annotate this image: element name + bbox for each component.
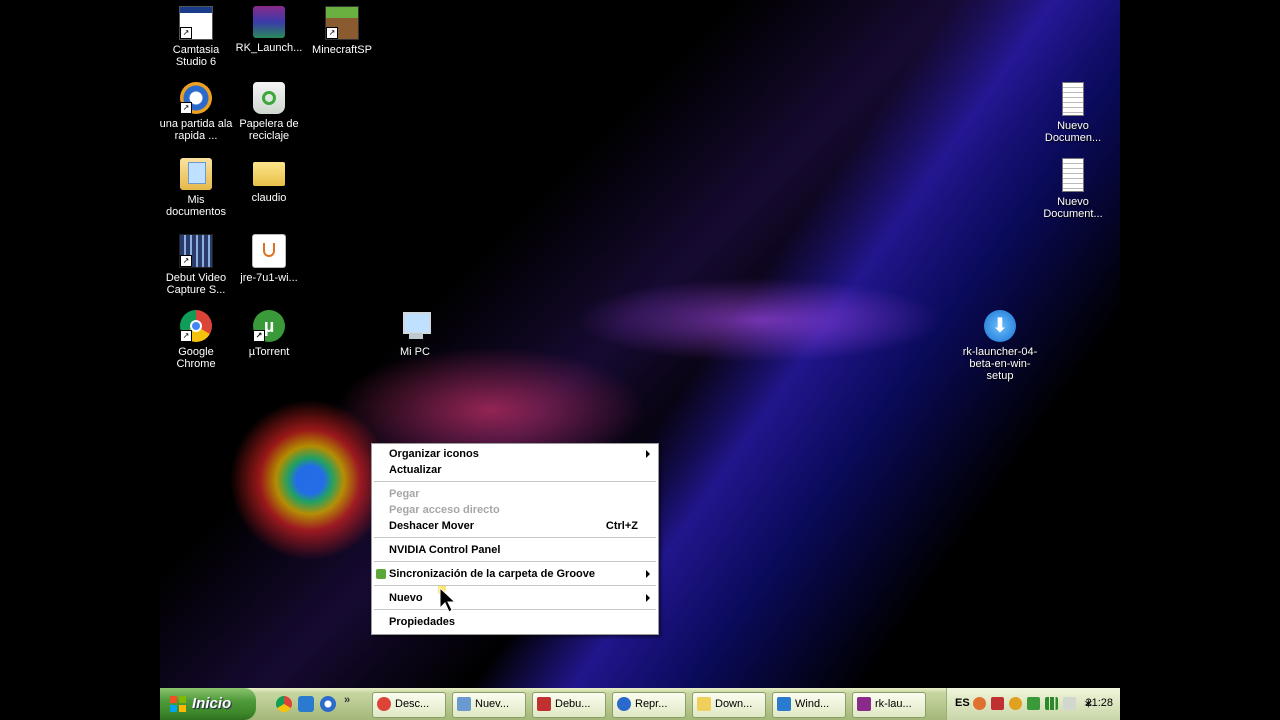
mouse-cursor-icon <box>438 586 457 613</box>
menu-item-deshacer-mover[interactable]: Deshacer Mover Ctrl+Z <box>372 518 658 534</box>
taskbar-button-rk-launcher[interactable]: rk-lau... <box>852 692 926 718</box>
menu-separator <box>374 609 656 610</box>
media-player-icon: ↗ <box>180 82 212 114</box>
menu-separator <box>374 481 656 482</box>
text-document-icon <box>1062 82 1084 116</box>
menu-item-actualizar[interactable]: Actualizar <box>372 462 658 478</box>
tray-utorrent-icon[interactable] <box>1027 697 1040 710</box>
menu-separator <box>374 537 656 538</box>
minecraft-icon: ↗ <box>325 6 359 40</box>
quicklaunch-ie-icon[interactable] <box>298 696 314 712</box>
start-button[interactable]: Inicio <box>160 688 256 720</box>
quicklaunch-chrome-icon[interactable] <box>276 696 292 712</box>
taskbar-button-notepad[interactable]: Nuev... <box>452 692 526 718</box>
language-indicator[interactable]: ES <box>955 697 970 709</box>
desktop-icon-camtasia[interactable]: ↗ Camtasia Studio 6 <box>160 4 234 68</box>
groove-icon <box>376 569 386 579</box>
text-document-icon <box>1062 158 1084 192</box>
media-player-icon <box>617 697 631 711</box>
chrome-icon <box>377 697 391 711</box>
desktop-icon-utorrent[interactable]: µ ↗ µTorrent <box>231 308 307 358</box>
menu-separator <box>374 561 656 562</box>
tray-back-arrow-icon[interactable] <box>973 697 986 710</box>
recycle-bin-icon <box>253 82 285 114</box>
menu-item-nvidia-control-panel[interactable]: NVIDIA Control Panel <box>372 542 658 558</box>
chrome-icon: ↗ <box>180 310 212 342</box>
desktop-icon-rk-launcher-setup[interactable]: ⬇ rk-launcher-04-beta-en-win-setup <box>962 308 1038 382</box>
submenu-arrow-icon <box>646 570 650 578</box>
clock[interactable]: 21:28 <box>1085 697 1113 709</box>
winrar-icon <box>857 697 871 711</box>
menu-item-pegar-acceso-directo: Pegar acceso directo <box>389 504 500 516</box>
notepad-icon <box>457 697 471 711</box>
my-computer-icon <box>399 310 431 342</box>
desktop-icon-debut-video[interactable]: ↗ Debut Video Capture S... <box>160 232 234 296</box>
quicklaunch-media-player-icon[interactable] <box>320 696 336 712</box>
desktop-icon-rk-launcher[interactable]: RK_Launch... <box>231 4 307 54</box>
menu-separator <box>374 585 656 586</box>
taskbar-button-media-player[interactable]: Repr... <box>612 692 686 718</box>
desktop-icon-una-partida[interactable]: ↗ una partida ala rapida ... <box>160 80 234 142</box>
winrar-icon <box>253 6 285 38</box>
taskbar-button-debut[interactable]: Debu... <box>532 692 606 718</box>
menu-item-groove-sync[interactable]: Sincronización de la carpeta de Groove <box>372 566 658 582</box>
desktop-icon-mi-pc[interactable]: Mi PC <box>377 308 453 358</box>
desktop-context-menu: Organizar iconos Actualizar Pegar Pegar … <box>371 443 659 635</box>
debut-video-icon: ↗ <box>179 234 213 268</box>
submenu-arrow-icon <box>646 450 650 458</box>
taskbar-button-internet-explorer[interactable]: Wind... <box>772 692 846 718</box>
utorrent-icon: µ ↗ <box>253 310 285 342</box>
system-tray: ES ✶ 21:28 <box>946 688 1120 720</box>
desktop-icon-minecraft[interactable]: ↗ MinecraftSP <box>304 4 380 56</box>
tray-volume-icon[interactable] <box>1063 697 1076 710</box>
menu-item-pegar: Pegar <box>389 488 420 500</box>
ie-icon <box>777 697 791 711</box>
desktop-icon-recycle-bin[interactable]: Papelera de reciclaje <box>231 80 307 142</box>
download-setup-icon: ⬇ <box>984 310 1016 342</box>
desktop-icon-mis-documentos[interactable]: Mis documentos <box>160 156 234 218</box>
quicklaunch-expand-icon[interactable]: » <box>344 694 350 706</box>
taskbar-button-chrome[interactable]: Desc... <box>372 692 446 718</box>
menu-item-nuevo[interactable]: Nuevo <box>372 590 658 606</box>
camtasia-icon: ↗ <box>179 6 213 40</box>
tray-signal-icon[interactable] <box>1045 697 1058 710</box>
desktop-icon-jre[interactable]: jre-7u1-wi... <box>231 232 307 284</box>
folder-icon <box>697 697 711 711</box>
desktop-icon-google-chrome[interactable]: ↗ Google Chrome <box>160 308 234 370</box>
menu-item-propiedades[interactable]: Propiedades <box>372 614 658 630</box>
tray-debut-icon[interactable] <box>991 697 1004 710</box>
desktop-icon-nuevo-documento-1[interactable]: Nuevo Documen... <box>1035 80 1111 144</box>
debut-video-icon <box>537 697 551 711</box>
folder-icon <box>253 162 285 186</box>
tray-utility-icon[interactable] <box>1009 697 1022 710</box>
menu-item-organizar-iconos[interactable]: Organizar iconos <box>372 446 658 462</box>
desktop-screen: ↗ Camtasia Studio 6 RK_Launch... ↗ Minec… <box>160 0 1120 720</box>
desktop-icon-nuevo-documento-2[interactable]: Nuevo Document... <box>1035 156 1111 220</box>
taskbar-button-downloads[interactable]: Down... <box>692 692 766 718</box>
java-icon <box>252 234 286 268</box>
windows-logo-icon <box>170 696 186 712</box>
taskbar: Inicio » Desc... Nuev... Debu... Repr...… <box>160 688 1120 720</box>
desktop-icon-claudio[interactable]: claudio <box>231 156 307 204</box>
submenu-arrow-icon <box>646 594 650 602</box>
my-documents-icon <box>180 158 212 190</box>
